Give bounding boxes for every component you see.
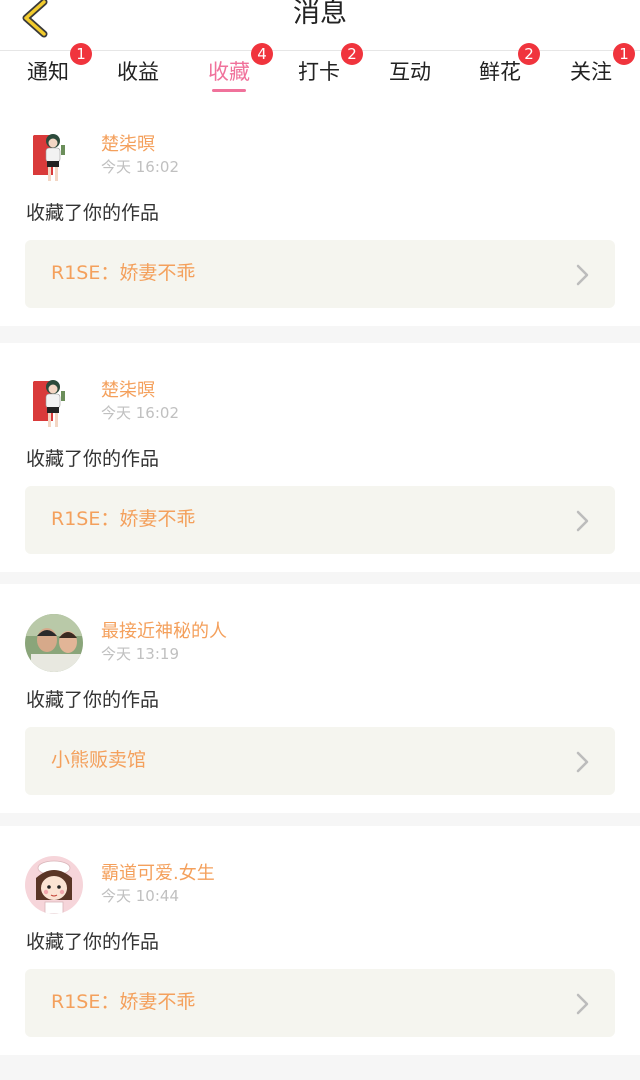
- tab-bar: 通知 1 收益 收藏 4 打卡 2 互动 鲜花 2 关注 1: [0, 43, 640, 97]
- header-bar: 消息: [0, 0, 640, 51]
- tab-label: 互动: [389, 60, 431, 84]
- chevron-right-icon: [576, 510, 589, 532]
- action-text: 收藏了你的作品: [26, 689, 160, 711]
- tab-checkin[interactable]: 打卡 2: [285, 43, 363, 97]
- couple-photo-avatar[interactable]: [25, 614, 83, 672]
- unread-badge: 4: [251, 43, 273, 65]
- tab-label: 打卡: [298, 60, 340, 84]
- tab-label: 收藏: [208, 60, 250, 84]
- username[interactable]: 最接近神秘的人: [101, 620, 227, 644]
- username[interactable]: 楚柒暝: [101, 133, 155, 157]
- username[interactable]: 霸道可爱.女生: [101, 862, 215, 886]
- work-link[interactable]: R1SE：娇妻不乖: [25, 240, 615, 308]
- messages-screen: 消息 通知 1 收益 收藏 4 打卡 2 互动 鲜花 2 关注 1 楚柒暝 今天…: [0, 0, 640, 1080]
- page-title: 消息: [293, 0, 347, 29]
- work-title: R1SE：娇妻不乖: [51, 262, 196, 284]
- cartoon-chef-girl-avatar[interactable]: [25, 856, 83, 914]
- work-title: 小熊贩卖馆: [51, 749, 147, 771]
- chevron-right-icon: [576, 993, 589, 1015]
- work-link[interactable]: R1SE：娇妻不乖: [25, 969, 615, 1037]
- tab-follows[interactable]: 关注 1: [557, 43, 635, 97]
- tab-notifications[interactable]: 通知 1: [14, 43, 92, 97]
- timestamp: 今天 13:19: [101, 645, 179, 663]
- anime-girl-avatar[interactable]: [25, 373, 83, 431]
- unread-badge: 1: [613, 43, 635, 65]
- timestamp: 今天 16:02: [101, 404, 179, 422]
- anime-girl-avatar[interactable]: [25, 127, 83, 185]
- tab-flowers[interactable]: 鲜花 2: [466, 43, 540, 97]
- action-text: 收藏了你的作品: [26, 448, 160, 470]
- message-item: 霸道可爱.女生 今天 10:44 收藏了你的作品 R1SE：娇妻不乖: [0, 826, 640, 1055]
- work-link[interactable]: 小熊贩卖馆: [25, 727, 615, 795]
- active-tab-indicator: [212, 89, 246, 92]
- unread-badge: 1: [70, 43, 92, 65]
- work-title: R1SE：娇妻不乖: [51, 991, 196, 1013]
- tab-favorites[interactable]: 收藏 4: [195, 43, 273, 97]
- tab-label: 收益: [117, 60, 159, 84]
- unread-badge: 2: [518, 43, 540, 65]
- timestamp: 今天 10:44: [101, 887, 179, 905]
- action-text: 收藏了你的作品: [26, 202, 160, 224]
- tab-interactions[interactable]: 互动: [376, 51, 444, 97]
- tab-label: 通知: [27, 60, 69, 84]
- chevron-right-icon: [576, 751, 589, 773]
- work-title: R1SE：娇妻不乖: [51, 508, 196, 530]
- timestamp: 今天 16:02: [101, 158, 179, 176]
- username[interactable]: 楚柒暝: [101, 379, 155, 403]
- message-item: 楚柒暝 今天 16:02 收藏了你的作品 R1SE：娇妻不乖: [0, 97, 640, 326]
- message-item: 最接近神秘的人 今天 13:19 收藏了你的作品 小熊贩卖馆: [0, 584, 640, 813]
- message-item: 楚柒暝 今天 16:02 收藏了你的作品 R1SE：娇妻不乖: [0, 343, 640, 572]
- work-link[interactable]: R1SE：娇妻不乖: [25, 486, 615, 554]
- tab-earnings[interactable]: 收益: [104, 51, 172, 97]
- action-text: 收藏了你的作品: [26, 931, 160, 953]
- chevron-right-icon: [576, 264, 589, 286]
- unread-badge: 2: [341, 43, 363, 65]
- tab-label: 关注: [570, 60, 612, 84]
